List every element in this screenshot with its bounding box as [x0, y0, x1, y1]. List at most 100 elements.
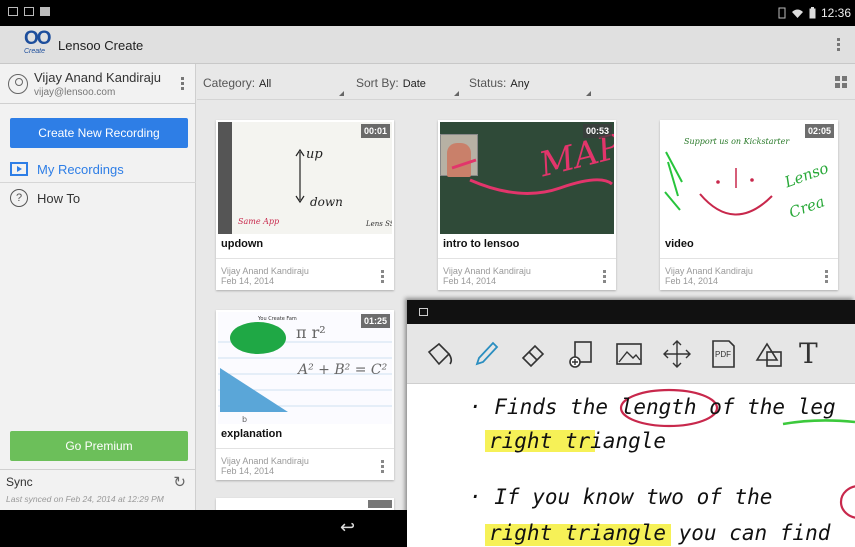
recording-date: Feb 14, 2014: [665, 276, 719, 286]
grid-view-icon[interactable]: [835, 76, 847, 88]
sidebar-item-my-recordings[interactable]: My Recordings: [10, 158, 190, 182]
sync-row[interactable]: Sync ↻ Last synced on Feb 24, 2014 at 12…: [0, 469, 196, 510]
duration-badge: 00:53: [582, 124, 612, 138]
note-line-3: · If you know two of the: [469, 485, 772, 509]
last-synced-text: Last synced on Feb 24, 2014 at 12:29 PM: [6, 494, 164, 504]
filter-label: Category:: [203, 76, 256, 90]
thumb-text-corner-left: Same App: [238, 217, 279, 226]
thumb-text-pi: π r²: [296, 323, 326, 342]
thumb-text-header: You Create Fam: [257, 316, 297, 322]
pdf-label: PDF: [715, 350, 731, 359]
recording-card[interactable]: up down Same App Lens SSC 00:01 updown V…: [216, 120, 394, 290]
screenshot-icon: [419, 308, 428, 316]
recording-card[interactable]: You Create Fam π r² A² + B² = C² b 01:25…: [216, 310, 394, 480]
screenshot-icon: [24, 7, 34, 16]
filter-value: Any: [510, 78, 530, 90]
refresh-icon[interactable]: ↻: [173, 473, 186, 491]
card-menu-icon[interactable]: [381, 460, 384, 475]
recording-thumbnail: You Create Fam π r² A² + B² = C² b 01:25: [218, 312, 392, 424]
card-menu-icon[interactable]: [381, 270, 384, 285]
user-account-row[interactable]: Vijay Anand Kandiraju vijay@lensoo.com: [0, 64, 196, 104]
thumb-text-corner-right: Lens SSC: [365, 220, 392, 228]
status-bar: 12:36: [0, 0, 855, 26]
recording-author: Vijay Anand Kandiraju: [443, 266, 531, 276]
sort-filter[interactable]: Sort By: Date: [356, 76, 459, 96]
clock: 12:36: [820, 6, 851, 20]
app-icon: [40, 7, 50, 16]
divider: [216, 448, 394, 449]
card-menu-icon[interactable]: [603, 270, 606, 285]
recording-title: intro to lensoo: [443, 238, 520, 250]
recording-date: Feb 14, 2014: [443, 276, 497, 286]
sidebar-item-label: My Recordings: [37, 162, 124, 177]
recording-thumbnail: MAP 00:53: [440, 122, 614, 234]
app-logo[interactable]: OO Create: [24, 28, 52, 60]
recording-card[interactable]: Support us on Kickstarter Lenso Crea 02:…: [660, 120, 838, 290]
add-page-icon[interactable]: [565, 338, 597, 370]
recording-author: Vijay Anand Kandiraju: [221, 266, 309, 276]
recording-author: Vijay Anand Kandiraju: [665, 266, 753, 276]
avatar-icon: [8, 74, 28, 94]
sidebar-item-label: How To: [37, 191, 81, 206]
thumb-text-down: down: [310, 195, 343, 209]
category-filter[interactable]: Category: All: [203, 76, 344, 96]
duration-badge: 00:01: [360, 124, 390, 138]
dropdown-caret-icon: [339, 91, 344, 96]
recording-date: Feb 14, 2014: [221, 466, 275, 476]
pen-icon[interactable]: [469, 338, 501, 370]
create-new-recording-button[interactable]: Create New Recording: [10, 118, 188, 148]
pdf-icon[interactable]: PDF: [707, 338, 739, 370]
thumb-text-mark: b: [242, 415, 247, 424]
account-menu-icon[interactable]: [181, 77, 184, 92]
overflow-menu-icon[interactable]: [837, 38, 841, 53]
wifi-icon: [791, 9, 803, 18]
bucket-icon[interactable]: [423, 338, 455, 370]
recording-card[interactable]: MAP 00:53 intro to lensoo Vijay Anand Ka…: [438, 120, 616, 290]
back-icon[interactable]: ↩: [340, 517, 355, 538]
dropdown-caret-icon: [586, 91, 591, 96]
recording-thumbnail: up down Same App Lens SSC 00:01: [218, 122, 392, 234]
note-canvas[interactable]: · Finds the length of the leg right tria…: [407, 384, 855, 547]
thumb-text-up: up: [306, 147, 323, 162]
filter-value: All: [259, 78, 272, 90]
filter-label: Status:: [469, 76, 507, 90]
battery-icon: [809, 7, 816, 19]
thumbnail-drawing: Support us on Kickstarter Lenso Crea: [664, 137, 831, 222]
divider: [216, 258, 394, 259]
recording-thumbnail: Support us on Kickstarter Lenso Crea 02:…: [662, 122, 836, 234]
move-icon[interactable]: [661, 338, 693, 370]
dropdown-caret-icon: [454, 91, 459, 96]
note-line-1: · Finds the length of the leg: [469, 395, 836, 419]
image-icon[interactable]: [613, 338, 645, 370]
go-premium-button[interactable]: Go Premium: [10, 431, 188, 461]
app-title: Lensoo Create: [58, 38, 144, 53]
recording-title: updown: [221, 238, 264, 250]
shapes-icon[interactable]: [753, 338, 785, 370]
logo-mark: OO: [24, 28, 52, 49]
note-drawing: · Finds the length of the leg right tria…: [469, 388, 855, 546]
user-email: vijay@lensoo.com: [34, 87, 116, 98]
text-icon[interactable]: T: [799, 338, 831, 370]
notification-icons: [8, 7, 50, 16]
nav-drawer: Vijay Anand Kandiraju vijay@lensoo.com C…: [0, 64, 196, 510]
card-menu-icon[interactable]: [825, 270, 828, 285]
tv-play-icon: [10, 162, 28, 176]
recording-date: Feb 14, 2014: [221, 276, 275, 286]
note-line-2: right triangle: [489, 429, 666, 453]
thumb-text-side-1: Lenso: [781, 159, 831, 192]
thumbnail-drawing: You Create Fam π r² A² + B² = C² b: [218, 316, 392, 424]
lensoo-canvas-window: PDF T · Finds the length of the leg righ…: [407, 300, 855, 547]
recording-card[interactable]: [216, 498, 394, 510]
status-filter[interactable]: Status: Any: [469, 76, 591, 96]
filter-label: Sort By:: [356, 76, 399, 90]
divider: [660, 258, 838, 259]
thumb-text-top: Support us on Kickstarter: [684, 137, 790, 146]
logo-sub: Create: [24, 48, 46, 55]
sidebar-item-how-to[interactable]: ? How To: [10, 186, 190, 210]
drawing-toolbar: PDF T: [407, 324, 855, 384]
thumbnail-drawing: up down Same App Lens SSC: [238, 147, 392, 228]
eraser-icon[interactable]: [517, 338, 549, 370]
divider: [438, 258, 616, 259]
duration-badge: 02:05: [804, 124, 834, 138]
canvas-status-bar: [407, 300, 855, 324]
